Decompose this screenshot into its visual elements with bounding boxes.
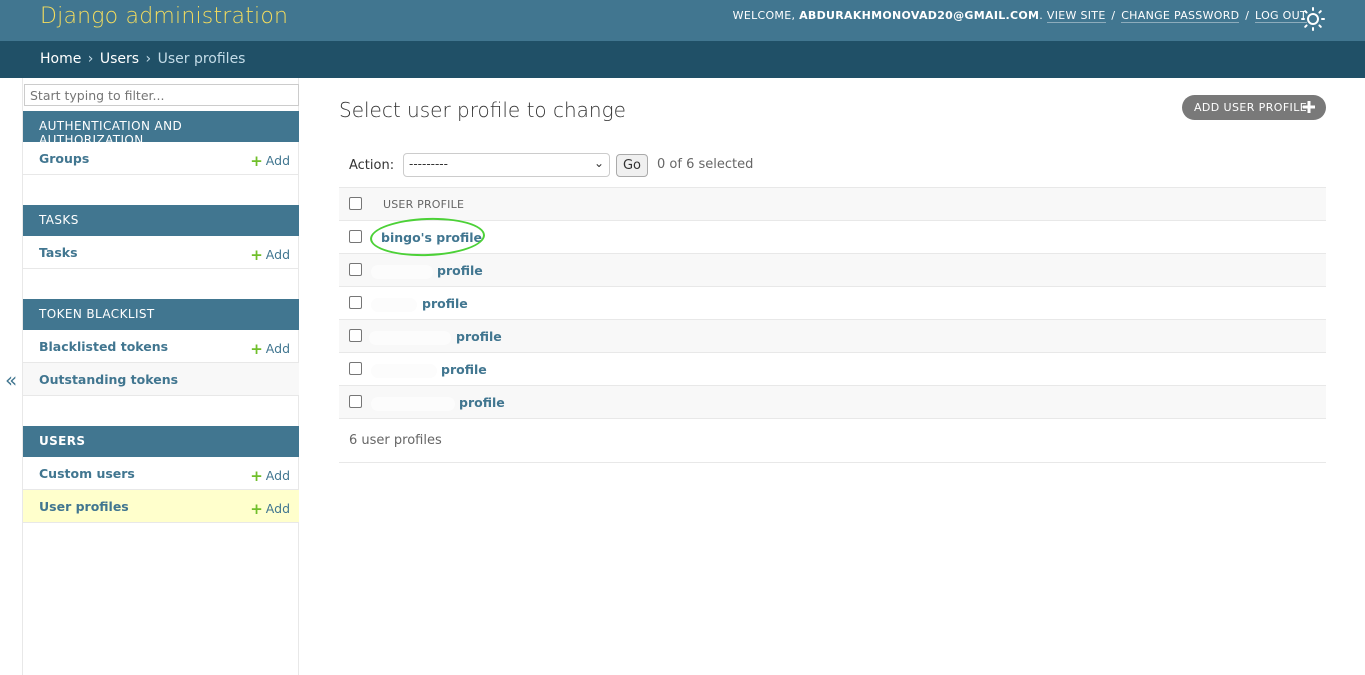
add-custom-users-link[interactable]: + Add: [250, 466, 290, 485]
sidebar-item-blacklisted-tokens: Blacklisted tokens + Add: [23, 330, 299, 363]
sidebar-item-tasks: Tasks + Add: [23, 236, 299, 269]
paginator: 6 user profiles: [339, 418, 1326, 463]
separator: /: [1245, 9, 1250, 22]
column-header-user-profile[interactable]: User profile: [383, 198, 464, 211]
sidebar-item-label[interactable]: Blacklisted tokens: [39, 339, 168, 354]
profile-link[interactable]: profile: [456, 329, 502, 344]
profile-link[interactable]: profile: [437, 263, 483, 278]
welcome-text: Welcome,: [732, 9, 796, 22]
theme-toggle-sun-icon[interactable]: [1301, 7, 1325, 31]
sidebar-item-label[interactable]: Tasks: [39, 245, 78, 260]
row-checkbox[interactable]: [349, 230, 362, 243]
module-tasks: Tasks Tasks + Add: [23, 205, 299, 269]
breadcrumb-current: User profiles: [157, 51, 246, 67]
sidebar-item-label[interactable]: Outstanding tokens: [39, 372, 178, 387]
select-all-checkbox[interactable]: [349, 197, 362, 210]
redaction: [369, 331, 451, 345]
actions-bar: Action: --------- ⌄ Go 0 of 6 selected: [339, 150, 1326, 182]
table-row: profile: [339, 287, 1326, 320]
add-label: Add: [265, 153, 290, 168]
breadcrumb-home[interactable]: Home: [40, 51, 81, 67]
add-label: Add: [265, 341, 290, 356]
row-checkbox[interactable]: [349, 329, 362, 342]
plus-icon: +: [250, 340, 263, 358]
toggle-sidebar-button[interactable]: «: [5, 368, 17, 392]
module-caption[interactable]: Users: [23, 426, 299, 457]
table-header: User profile: [339, 188, 1326, 221]
action-select-value: ---------: [409, 157, 448, 171]
add-button-label: Add user profile: [1194, 101, 1308, 114]
breadcrumb-arrow: ›: [145, 51, 152, 67]
action-select[interactable]: --------- ⌄: [403, 153, 610, 177]
table-row: profile: [339, 254, 1326, 287]
plus-icon: +: [250, 467, 263, 485]
add-label: Add: [265, 501, 290, 516]
add-tasks-link[interactable]: + Add: [250, 245, 290, 264]
module-caption[interactable]: Tasks: [23, 205, 299, 236]
sidebar-item-label[interactable]: Groups: [39, 151, 89, 166]
profile-link[interactable]: profile: [441, 362, 487, 377]
module-auth: Authentication and Authorization Groups …: [23, 111, 299, 175]
sidebar-item-label[interactable]: Custom users: [39, 466, 135, 481]
add-label: Add: [265, 247, 290, 262]
result-list-table: User profile bingo's profile profile pro…: [339, 187, 1326, 419]
sidebar-item-label[interactable]: User profiles: [39, 499, 129, 514]
profile-link[interactable]: profile: [459, 395, 505, 410]
plus-icon: +: [250, 500, 263, 518]
breadcrumb-users[interactable]: Users: [100, 51, 139, 67]
plus-icon: [1303, 101, 1315, 113]
change-password-link[interactable]: Change password: [1121, 9, 1240, 23]
nav-sidebar: Authentication and Authorization Groups …: [22, 78, 299, 675]
plus-icon: +: [250, 246, 263, 264]
nav-filter-input[interactable]: [24, 84, 299, 106]
row-checkbox[interactable]: [349, 263, 362, 276]
table-row: profile: [339, 320, 1326, 353]
sidebar-item-custom-users: Custom users + Add: [23, 457, 299, 490]
action-label: Action:: [349, 158, 395, 173]
redaction: [371, 298, 417, 312]
view-site-link[interactable]: View site: [1046, 9, 1106, 23]
profile-link[interactable]: profile: [422, 296, 468, 311]
separator: /: [1111, 9, 1116, 22]
site-header: Django administration Welcome, abdurakhm…: [0, 0, 1365, 41]
log-out-link[interactable]: Log out: [1255, 9, 1307, 23]
row-checkbox[interactable]: [349, 395, 362, 408]
breadcrumb: Home › Users › User profiles: [0, 41, 1365, 78]
row-checkbox[interactable]: [349, 296, 362, 309]
row-checkbox[interactable]: [349, 362, 362, 375]
table-row: profile: [339, 353, 1326, 386]
add-user-profiles-link[interactable]: + Add: [250, 499, 290, 518]
go-button[interactable]: Go: [616, 154, 648, 177]
add-blacklisted-tokens-link[interactable]: + Add: [250, 339, 290, 358]
redaction: [371, 397, 455, 411]
current-user: abdurakhmonovad20@gmail.com: [799, 9, 1040, 22]
sidebar-item-groups: Groups + Add: [23, 142, 299, 175]
table-row: profile: [339, 386, 1326, 419]
page-title: Select user profile to change: [339, 98, 626, 122]
add-user-profile-button[interactable]: Add user profile: [1182, 95, 1326, 120]
redaction: [371, 265, 433, 279]
chevron-down-icon: ⌄: [593, 156, 604, 170]
module-caption[interactable]: Authentication and Authorization: [23, 111, 299, 147]
module-users: Users Custom users + Add User profiles + A…: [23, 426, 299, 523]
redaction: [371, 364, 437, 378]
module-token-blacklist: Token Blacklist Blacklisted tokens + Add …: [23, 299, 299, 396]
add-label: Add: [265, 468, 290, 483]
plus-icon: +: [250, 152, 263, 170]
breadcrumb-arrow: ›: [87, 51, 94, 67]
sidebar-item-outstanding-tokens: Outstanding tokens: [23, 363, 299, 396]
table-row: bingo's profile: [339, 221, 1326, 254]
site-branding-link[interactable]: Django administration: [40, 4, 288, 29]
user-tools: Welcome, abdurakhmonovad20@gmail.com. Vi…: [732, 9, 1307, 23]
sidebar-item-user-profiles: User profiles + Add: [23, 490, 299, 523]
add-groups-link[interactable]: + Add: [250, 151, 290, 170]
selected-count: 0 of 6 selected: [657, 157, 754, 172]
module-caption[interactable]: Token Blacklist: [23, 299, 299, 330]
